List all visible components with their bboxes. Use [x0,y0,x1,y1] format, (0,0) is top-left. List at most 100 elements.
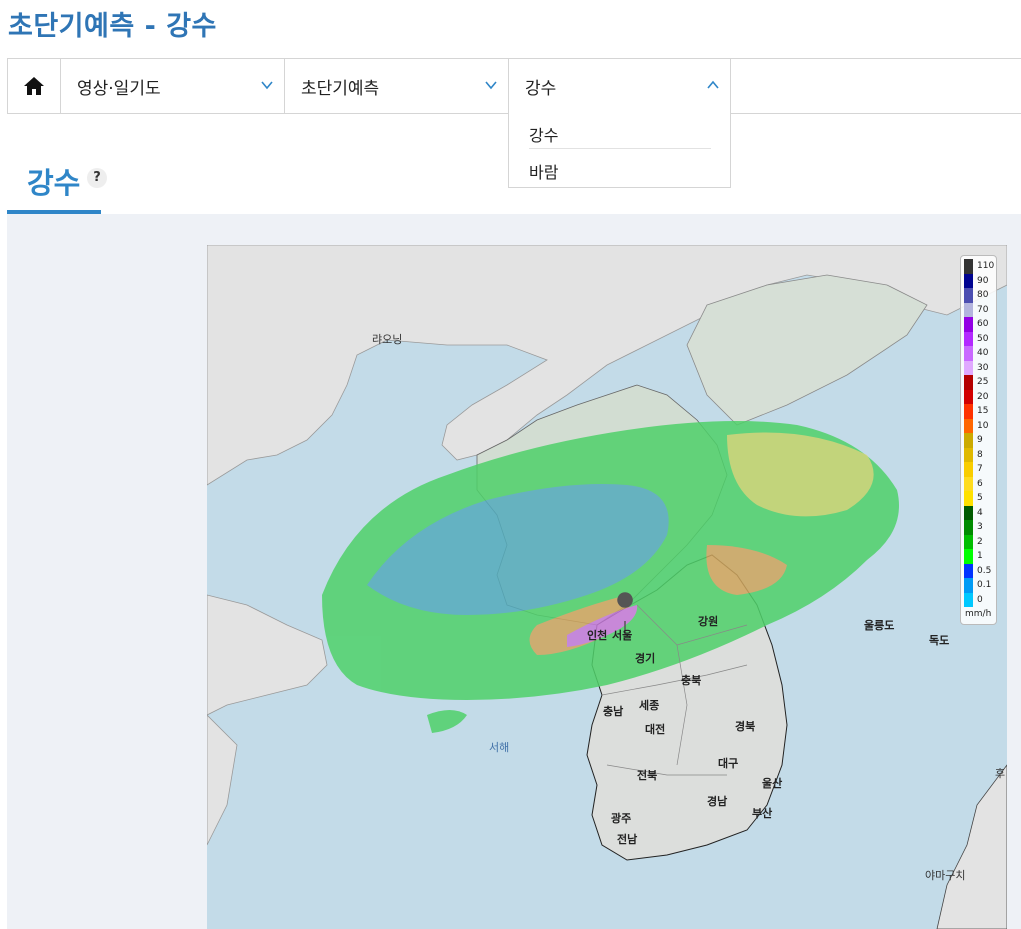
legend-row: 50 [964,331,996,346]
legend-swatch [964,288,973,303]
map-label: 세종 [639,699,660,712]
nav-bar: 영상·일기도 초단기예측 강수 [7,58,1021,114]
map-label: 대전 [645,723,666,736]
map-canvas [207,245,1007,929]
legend-label: 30 [977,362,989,373]
legend-swatch [964,273,973,288]
nav-dropdown-label: 영상·일기도 [77,79,161,99]
legend-label: 3 [977,522,983,533]
legend-label: 90 [977,275,989,286]
dropdown-menu: 강수 바람 [508,112,731,188]
land-japan [936,764,1007,929]
legend-row: 110 [964,259,996,274]
legend-label: 6 [977,478,983,489]
legend-swatch [964,491,973,506]
legend-label: 0.1 [977,580,992,591]
legend-label: 5 [977,493,983,504]
legend-row: 5 [964,491,996,506]
legend-swatch [964,534,973,549]
legend-row: 90 [964,273,996,288]
section-tab[interactable]: 강수 ? [7,150,107,214]
home-button[interactable] [7,59,61,113]
map-label: 충남 [603,705,624,718]
legend-row: 80 [964,288,996,303]
legend-row: 6 [964,476,996,491]
legend-row: 0.5 [964,563,996,578]
menu-item-wind[interactable]: 바람 [529,159,558,183]
legend-row: 4 [964,505,996,520]
map-label: 경남 [707,795,728,808]
legend-swatch [964,592,973,607]
map-label: 광주 [611,812,632,825]
legend-swatch [964,302,973,317]
chevron-down-icon [485,81,497,90]
map-label: 서해 [489,741,510,754]
legend-row: 15 [964,404,996,419]
legend-label: 10 [977,420,989,431]
map-label: 울릉도 [864,619,895,632]
legend-row: 0.1 [964,578,996,593]
land-shandong [207,594,328,716]
legend-label: 20 [977,391,989,402]
legend-label: 70 [977,304,989,315]
legend-swatch [964,317,973,332]
map-label: 랴오닝 [372,333,403,346]
legend-swatch [964,433,973,448]
page-title: 초단기예측 - 강수 [8,11,217,42]
legend-swatch [964,331,973,346]
map-label: 부산 [752,807,773,820]
land-china-south [207,714,238,846]
map-label: 경기 [635,652,656,665]
legend-swatch [964,578,973,593]
nav-dropdown-variable[interactable]: 강수 [509,59,731,113]
legend-row: 9 [964,433,996,448]
legend-row: 60 [964,317,996,332]
legend-swatch [964,447,973,462]
legend-row: 8 [964,447,996,462]
legend-swatch [964,549,973,564]
nav-dropdown-imagery[interactable]: 영상·일기도 [61,59,285,113]
legend-swatch [964,346,973,361]
legend-row: 0 [964,592,996,607]
legend-label: 2 [977,536,983,547]
precipitation-map[interactable]: 랴오닝 서울 인천 경기 강원 충북 충남 세종 대전 경북 서해 전북 대구 … [207,245,1007,929]
map-label: 독도 [929,634,950,647]
map-label: 경북 [735,720,756,733]
legend-swatch [964,418,973,433]
nav-dropdown-nowcast[interactable]: 초단기예측 [285,59,509,113]
legend-swatch [964,462,973,477]
legend-row: 20 [964,389,996,404]
map-label: 야마구치 [925,869,966,882]
legend-label: 15 [977,406,989,417]
legend-label: 4 [977,507,983,518]
section-title: 강수 [27,166,81,200]
map-label: 전남 [617,833,638,846]
legend-label: 0.5 [977,565,992,576]
legend-swatch [964,375,973,390]
map-label: 충북 [681,674,702,687]
map-label: 강원 [698,615,719,628]
legend-row: 3 [964,520,996,535]
legend-label: 7 [977,464,983,475]
nav-dropdown-label: 강수 [525,79,557,99]
legend-label: 8 [977,449,983,460]
legend-swatch [964,505,973,520]
legend-swatch [964,259,973,274]
legend-label: 50 [977,333,989,344]
legend-row: 10 [964,418,996,433]
map-label: 서울 [612,629,633,642]
menu-item-precipitation[interactable]: 강수 [529,122,558,146]
legend-label: 25 [977,377,989,388]
legend-row: 1 [964,549,996,564]
legend-label: 40 [977,348,989,359]
legend-label: 110 [977,261,995,272]
home-icon [24,77,44,95]
legend-row: 7 [964,462,996,477]
menu-divider [529,148,711,149]
help-button[interactable]: ? [87,168,107,188]
legend-row: 30 [964,360,996,375]
legend-swatch [964,520,973,535]
nav-dropdown-label: 초단기예측 [301,79,380,99]
legend-label: 60 [977,319,989,330]
map-label: 인천 [587,629,608,642]
